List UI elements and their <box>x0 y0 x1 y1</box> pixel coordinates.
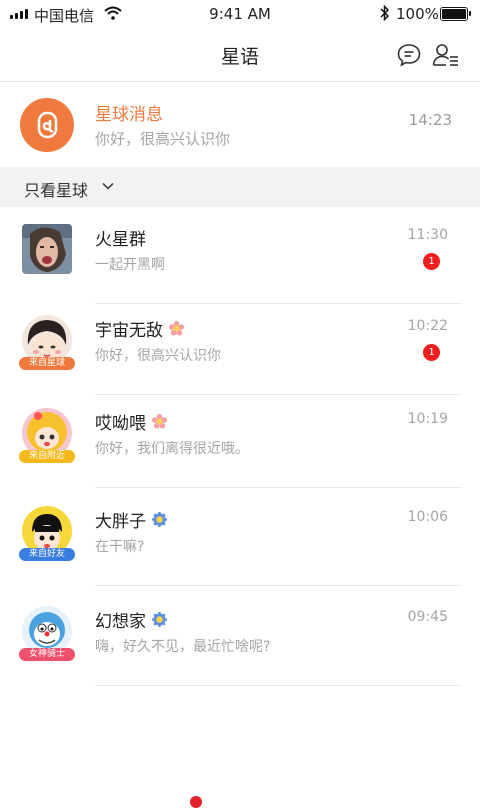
pink-flower-badge-icon <box>152 414 167 429</box>
chat-preview: 在干嘛? <box>95 539 145 555</box>
chat-preview: 你好，我们离得很近哦。 <box>95 441 249 457</box>
bluetooth-icon <box>380 5 390 21</box>
source-tag: 来自附近 <box>19 450 75 463</box>
nav-header: 星语 <box>0 28 480 82</box>
at-sign-icon <box>20 98 74 152</box>
chat-preview: 嗨，好久不见，最近忙啥呢? <box>95 639 271 655</box>
chat-time: 09:45 <box>407 609 448 625</box>
chat-name: 哎呦喂 <box>95 409 167 434</box>
pink-flower-badge-icon <box>169 321 184 336</box>
battery-icon <box>440 7 471 21</box>
chat-list-item[interactable]: 火星群 一起开黑啊 11:30 1 <box>0 208 480 304</box>
divider <box>95 585 462 586</box>
chat-preview: 你好，很高兴认识你 <box>95 348 221 364</box>
filter-label: 只看星球 <box>24 181 89 200</box>
source-tag: 女神骑士 <box>19 648 75 661</box>
chat-preview: 一起开黑啊 <box>95 257 165 273</box>
status-bar: 中国电信 9:41 AM 100% <box>0 0 480 28</box>
chat-name: 幻想家 <box>95 607 167 632</box>
avatar <box>22 224 72 274</box>
chevron-down-icon <box>102 182 114 190</box>
chat-time: 10:06 <box>407 509 448 525</box>
planet-message-title: 星球消息 <box>95 105 163 125</box>
blue-gear-badge-icon <box>152 612 167 627</box>
chat-list-item[interactable]: 来自星球 宇宙无敌 你好，很高兴认识你 10:22 1 <box>0 299 480 395</box>
planet-filter-dropdown[interactable]: 只看星球 <box>0 167 480 207</box>
chat-time: 10:22 <box>407 318 448 334</box>
divider <box>95 487 462 488</box>
chat-name: 宇宙无敌 <box>95 316 184 341</box>
chat-name: 火星群 <box>95 230 146 250</box>
unread-badge: 1 <box>423 253 440 270</box>
chat-list-item[interactable]: 女神骑士 幻想家 嗨，好久不见，最近忙啥呢? 09:45 <box>0 590 480 686</box>
chat-time: 10:19 <box>407 411 448 427</box>
unread-badge: 1 <box>423 344 440 361</box>
chat-name: 大胖子 <box>95 507 167 532</box>
blue-gear-badge-icon <box>152 512 167 527</box>
chat-bubble-icon[interactable] <box>396 42 422 68</box>
chat-time: 11:30 <box>407 227 448 243</box>
source-tag: 来自星球 <box>19 357 75 370</box>
chat-list-item[interactable]: 来自附近 哎呦喂 你好，我们离得很近哦。 10:19 <box>0 392 480 488</box>
planet-message-preview: 你好，很高兴认识你 <box>95 130 231 148</box>
tab-bar-notification-dot <box>190 796 202 808</box>
planet-message-item[interactable]: 星球消息 你好，很高兴认识你 14:23 <box>0 82 480 166</box>
divider <box>95 685 462 686</box>
planet-message-time: 14:23 <box>408 111 452 129</box>
chat-list-item[interactable]: 来自好友 大胖子 在干嘛? 10:06 <box>0 490 480 586</box>
contacts-icon[interactable] <box>432 42 460 68</box>
source-tag: 来自好友 <box>19 548 75 561</box>
battery-percent: 100% <box>396 5 439 23</box>
